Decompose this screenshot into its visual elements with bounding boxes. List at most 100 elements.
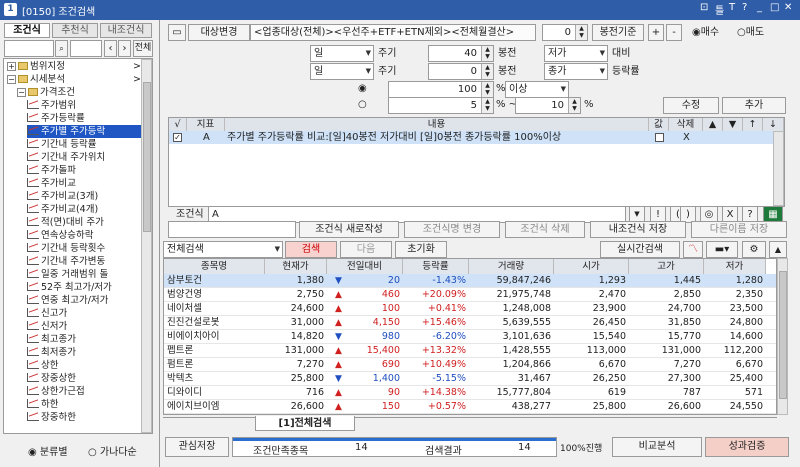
rename-condition-button[interactable]: 조건식명 변경: [404, 221, 500, 238]
close-icon[interactable]: ✕: [784, 2, 796, 13]
period-select-1[interactable]: 일: [310, 45, 374, 62]
new-condition-button[interactable]: 조건식 새로작성: [299, 221, 399, 238]
chart-icon[interactable]: 〽: [683, 241, 703, 258]
radio-sell[interactable]: ○매도: [737, 24, 764, 41]
tree-item[interactable]: 주가비교(4개): [27, 203, 143, 216]
tree-item[interactable]: 상한가근접: [27, 385, 143, 398]
tree-item[interactable]: 연중 최고가/저가: [27, 294, 143, 307]
table-row[interactable]: 네이처셀 24,600 ▲ 100 +0.41% 1,248,008 23,900 24,70…: [164, 302, 776, 316]
target-change-button[interactable]: 대상변경: [188, 24, 250, 41]
frame-icon[interactable]: 틀: [715, 2, 729, 17]
table-row[interactable]: 박텍츠 25,800 ▼ 1,400 -5.15% 31,467 26,250 27,300 2…: [164, 372, 776, 386]
condition-name-input[interactable]: [168, 221, 296, 238]
tree-item[interactable]: 주가등락률: [27, 112, 143, 125]
range-from-input[interactable]: 5 ▲ ▼: [388, 97, 494, 114]
value-checkbox[interactable]: [655, 133, 664, 142]
tree-item[interactable]: 주가돌파: [27, 164, 143, 177]
edit-button[interactable]: 수정: [663, 97, 719, 114]
help-icon[interactable]: ?: [742, 2, 754, 13]
tree-item[interactable]: 하한: [27, 398, 143, 411]
radio-alphabetical[interactable]: ○ 가나다순: [88, 443, 137, 458]
collapse-icon[interactable]: −: [7, 75, 16, 84]
tree-item[interactable]: 52주 최고가/저가: [27, 281, 143, 294]
condition-checkbox[interactable]: ✓: [173, 133, 182, 142]
table-row[interactable]: 범양건영 2,750 ▲ 460 +20.09% 21,975,748 2,470 2,850…: [164, 288, 776, 302]
panel-toggle-icon[interactable]: ▭: [168, 24, 186, 41]
radio-by-category[interactable]: ◉ 분류별: [28, 443, 68, 458]
period-select-2[interactable]: 일: [310, 63, 374, 80]
bong-n-input-2[interactable]: 0 ▲ ▼: [428, 63, 494, 80]
next-button[interactable]: 다음: [340, 241, 392, 258]
delete-icon[interactable]: X: [683, 131, 690, 144]
tree-item[interactable]: 주가비교(3개): [27, 190, 143, 203]
performance-verify-button[interactable]: 성과검증: [705, 437, 789, 457]
tree-search-input[interactable]: [4, 40, 54, 57]
tree-item[interactable]: 신고가: [27, 307, 143, 320]
tree-scrollbar[interactable]: [141, 59, 152, 433]
threshold-input[interactable]: 100 ▲ ▼: [388, 81, 494, 98]
tree-item[interactable]: 신저가: [27, 320, 143, 333]
grid-scrollbar[interactable]: [777, 258, 788, 415]
tab-my-conditions[interactable]: 내조건식: [100, 23, 152, 38]
table-row[interactable]: 에이치브이엠 26,600 ▲ 150 +0.57% 438,277 25,800 26,60…: [164, 400, 776, 414]
spin-icon[interactable]: ▲ ▼: [481, 64, 493, 79]
table-row[interactable]: 비에이치아이 14,820 ▼ 980 -6.20% 3,101,636 15,540 15,…: [164, 330, 776, 344]
tab-all-search[interactable]: [1]전체검색: [255, 416, 355, 431]
radio-buy[interactable]: ◉매수: [692, 24, 719, 41]
spin-icon[interactable]: ▲ ▼: [575, 25, 587, 40]
layout-icon[interactable]: ⊡: [700, 2, 714, 13]
tree-item[interactable]: 최저종가: [27, 346, 143, 359]
tab-recommended[interactable]: 추천식: [52, 23, 98, 38]
table-row[interactable]: 디와이디 716 ▲ 90 +14.38% 15,777,804 619 787 571: [164, 386, 776, 400]
bong-n-input-1[interactable]: 40 ▲ ▼: [428, 45, 494, 62]
table-row[interactable]: 삼부토건 1,380 ▼ 20 -1.43% 59,847,246 1,293 1,445 1,…: [164, 274, 776, 288]
tree-item[interactable]: 최고종가: [27, 333, 143, 346]
tree-item[interactable]: 기간내 주가위치: [27, 151, 143, 164]
tree-item[interactable]: 기간내 주가변동: [27, 255, 143, 268]
search-icon[interactable]: ⌕: [55, 40, 68, 57]
prev-icon[interactable]: ‹: [104, 40, 117, 57]
tree-item[interactable]: − 시세분석 >: [7, 73, 143, 86]
tree-item[interactable]: 주가범위: [27, 99, 143, 112]
font-icon[interactable]: T: [729, 2, 741, 13]
search-target-select[interactable]: 전체검색: [163, 241, 283, 258]
price-select-2[interactable]: 종가: [544, 63, 608, 80]
spin-icon[interactable]: ▲ ▼: [481, 98, 493, 113]
interest-save-button[interactable]: 관심저장: [165, 437, 229, 457]
tree-filter-input[interactable]: [70, 40, 102, 57]
layout-select-icon[interactable]: ▬▾: [706, 241, 738, 258]
spin-icon[interactable]: ▲ ▼: [481, 82, 493, 97]
all-button[interactable]: 전체: [133, 40, 153, 57]
price-select-1[interactable]: 저가: [544, 45, 608, 62]
tree-item[interactable]: + 범위지정 >: [7, 60, 143, 73]
collapse-icon[interactable]: −: [17, 88, 26, 97]
tree-item[interactable]: 장중하한: [27, 411, 143, 424]
condition-row[interactable]: ✓ A 주가별 주가등락률 비교:[일]40봉전 저가대비 [일]0봉전 종가등…: [169, 131, 784, 144]
tree-item[interactable]: 기간내 등락횟수: [27, 242, 143, 255]
search-button[interactable]: 검색: [285, 241, 337, 258]
tree-item[interactable]: 연속상승하락: [27, 229, 143, 242]
realtime-search-button[interactable]: 실시간검색: [600, 241, 680, 258]
delete-condition-button[interactable]: 조건식 삭제: [505, 221, 585, 238]
tree-item[interactable]: 일중 거래범위 돌: [27, 268, 143, 281]
table-row[interactable]: 펩트론 131,000 ▲ 15,400 +13.32% 1,428,555 113,000…: [164, 344, 776, 358]
compare-analysis-button[interactable]: 비교분석: [612, 437, 702, 457]
settings-icon[interactable]: ⚙: [742, 241, 766, 258]
collapse-icon[interactable]: ▲: [769, 241, 787, 258]
tab-conditions[interactable]: 조건식: [4, 23, 50, 38]
save-as-button[interactable]: 다른이름 저장: [691, 221, 787, 238]
tree-item[interactable]: 주가비교: [27, 177, 143, 190]
radio-threshold[interactable]: ◉: [358, 80, 367, 97]
plus-button[interactable]: +: [648, 24, 664, 41]
next-icon[interactable]: ›: [118, 40, 131, 57]
table-row[interactable]: 펌트론 7,270 ▲ 690 +10.49% 1,204,866 6,670 7,270 6,…: [164, 358, 776, 372]
save-my-condition-button[interactable]: 내조건식 저장: [590, 221, 686, 238]
reset-button[interactable]: 초기화: [395, 241, 447, 258]
spin-icon[interactable]: ▲ ▼: [481, 46, 493, 61]
spin-icon[interactable]: ▲ ▼: [568, 98, 580, 113]
minus-button[interactable]: -: [666, 24, 682, 41]
add-button[interactable]: 추가: [722, 97, 786, 114]
condition-scrollbar[interactable]: [773, 131, 784, 206]
radio-range[interactable]: ○: [358, 96, 367, 113]
tree-item[interactable]: 상한: [27, 359, 143, 372]
